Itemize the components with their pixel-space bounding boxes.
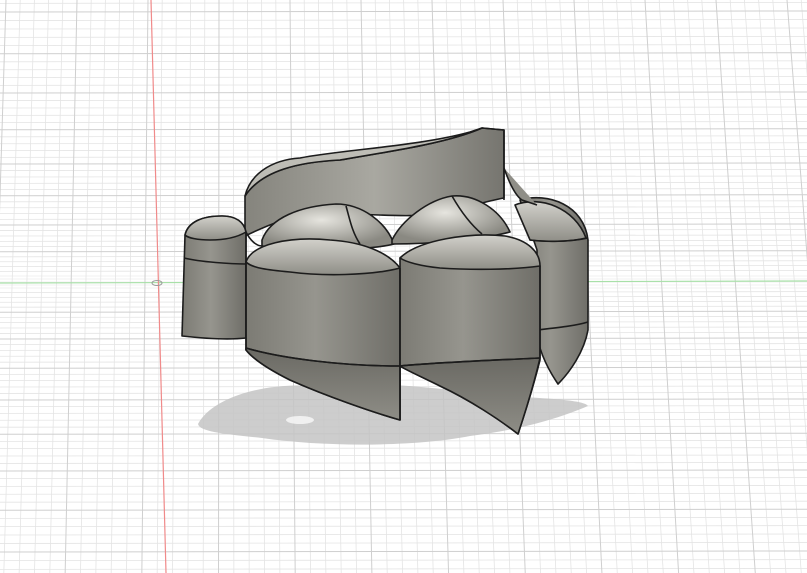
grid-minor-line — [0, 492, 807, 495]
grid-minor-line — [0, 517, 807, 519]
grid-major-line — [786, 0, 807, 262]
grid-minor-line — [0, 99, 807, 101]
grid-major-line — [644, 0, 680, 573]
grid-minor-line — [110, 0, 120, 573]
grid-minor-line — [0, 500, 807, 503]
grid-major-line — [0, 250, 807, 253]
grid-minor-line — [0, 44, 807, 46]
grid-minor-line — [800, 0, 807, 78]
grid-minor-line — [673, 0, 710, 573]
grid-minor-line — [0, 83, 807, 86]
grid-minor-line — [0, 106, 807, 109]
grid-minor-line — [0, 559, 807, 562]
grid-major-line — [0, 508, 807, 511]
grid-minor-line — [630, 0, 664, 573]
grid-minor-line — [0, 542, 807, 544]
grid-minor-line — [701, 0, 741, 573]
grid-minor-line — [0, 142, 807, 145]
grid-minor-line — [0, 525, 807, 528]
grid-minor-line — [602, 0, 633, 573]
grid-minor-line — [0, 76, 807, 78]
grid-major-line — [0, 550, 807, 553]
grid-minor-line — [0, 19, 807, 21]
grid-minor-line — [80, 0, 92, 573]
viewport-canvas[interactable] — [0, 0, 807, 573]
grid-major-line — [715, 0, 756, 573]
grid-minor-line — [0, 568, 807, 570]
grid-minor-line — [616, 0, 649, 573]
grid-minor-line — [3, 0, 21, 573]
lobe-back-left[interactable] — [181, 215, 247, 340]
grid-minor-line — [0, 1, 807, 4]
grid-minor-line — [587, 0, 618, 573]
cad-viewport[interactable] — [0, 0, 807, 573]
grid-major-line — [0, 128, 807, 131]
grid-minor-line — [18, 0, 35, 573]
grid-minor-line — [0, 121, 807, 123]
grid-major-line — [0, 91, 807, 94]
grid-minor-line — [0, 60, 807, 63]
grid-minor-line — [0, 462, 807, 464]
grid-major-line — [0, 0, 7, 213]
grid-major-line — [0, 469, 807, 472]
grid-minor-line — [126, 0, 135, 573]
grid-minor-line — [658, 0, 695, 573]
grid-major-line — [0, 52, 807, 55]
grid-minor-line — [0, 135, 807, 138]
grid-minor-line — [0, 217, 807, 220]
grid-minor-line — [0, 245, 807, 248]
grid-minor-line — [0, 454, 807, 457]
grid-minor-line — [0, 68, 807, 71]
rotor-model[interactable] — [181, 127, 589, 435]
grid-major-line — [0, 10, 807, 13]
grid-minor-line — [0, 35, 807, 38]
grid-minor-line — [95, 0, 106, 573]
grid-major-line — [64, 0, 78, 573]
grid-minor-line — [0, 379, 807, 382]
grid-minor-line — [172, 0, 177, 573]
grid-minor-line — [34, 0, 49, 573]
grid-minor-line — [49, 0, 64, 573]
red-axis-line — [150, 0, 167, 573]
grid-minor-line — [0, 372, 807, 375]
grid-minor-line — [687, 0, 726, 573]
grid-minor-line — [0, 113, 807, 116]
grid-minor-line — [0, 447, 807, 450]
grid-minor-line — [0, 533, 807, 536]
grid-major-line — [141, 0, 149, 573]
grid-minor-line — [0, 477, 807, 480]
grid-minor-line — [0, 484, 807, 487]
grid-minor-line — [0, 27, 807, 30]
grid-minor-line — [772, 0, 807, 453]
